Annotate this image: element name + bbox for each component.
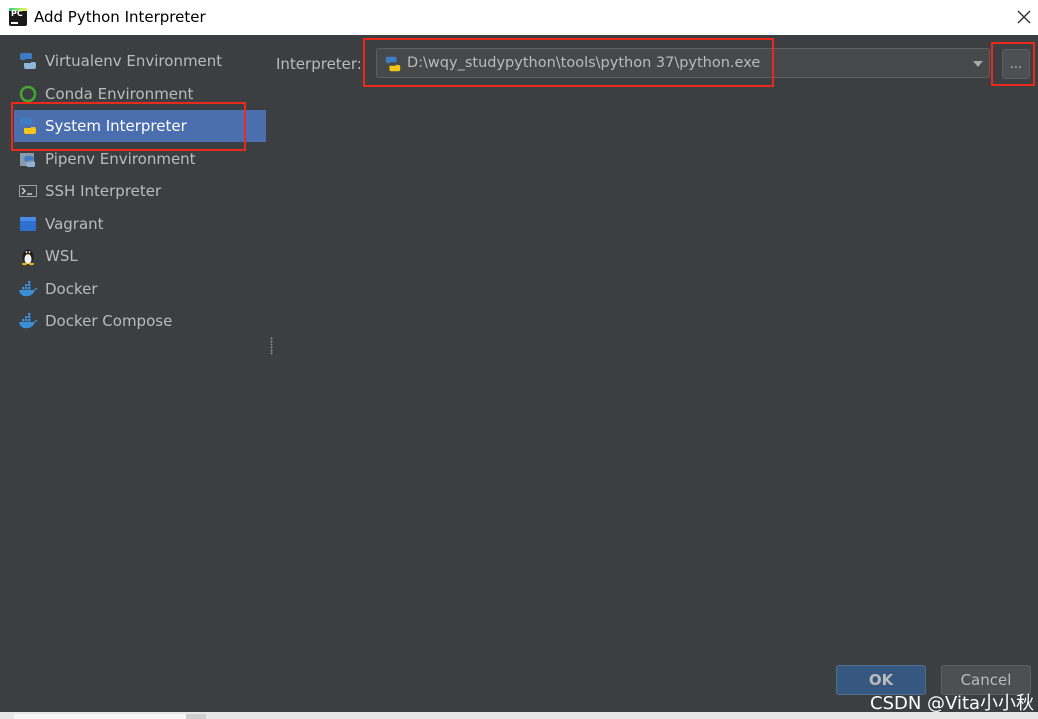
chevron-down-icon[interactable] [973,61,983,67]
virtualenv-icon [18,51,38,71]
sidebar-item-vagrant[interactable]: Vagrant [14,208,266,240]
sidebar-item-docker-compose[interactable]: Docker Compose [14,305,266,337]
python-icon [18,116,38,136]
vagrant-icon [18,214,38,234]
sidebar-item-label: System Interpreter [45,117,187,135]
sidebar-item-label: Docker Compose [45,312,173,330]
sidebar-item-label: SSH Interpreter [45,182,162,200]
sidebar-item-ssh[interactable]: SSH Interpreter [14,175,266,207]
sidebar-item-docker[interactable]: Docker [14,273,266,305]
python-icon [384,55,402,73]
interpreter-label: Interpreter: [276,55,362,73]
splitter-handle[interactable] [270,337,273,355]
close-icon[interactable] [1014,7,1034,27]
environment-list: Virtualenv Environment Conda Environment… [0,35,266,712]
sidebar-item-label: Pipenv Environment [45,150,196,168]
sidebar-item-label: Docker [45,280,98,298]
title-bar: PC Add Python Interpreter [0,0,1038,35]
terminal-icon [18,181,38,201]
sidebar-item-system-interpreter[interactable]: System Interpreter [14,110,266,142]
sidebar-item-label: Conda Environment [45,85,194,103]
dialog-title: Add Python Interpreter [34,8,206,26]
sidebar-item-virtualenv[interactable]: Virtualenv Environment [14,45,266,77]
linux-penguin-icon [18,246,38,266]
interpreter-path: D:\wqy_studypython\tools\python 37\pytho… [407,55,761,71]
conda-icon [18,84,38,104]
pycharm-icon: PC [9,8,27,26]
docker-compose-icon [18,311,38,331]
sidebar-item-wsl[interactable]: WSL [14,240,266,272]
docker-icon [18,279,38,299]
interpreter-dropdown[interactable]: D:\wqy_studypython\tools\python 37\pytho… [376,48,990,78]
sidebar-item-label: WSL [45,247,78,265]
bottom-scroll-strip [0,712,1038,719]
scroll-thumb[interactable] [14,714,186,719]
sidebar-item-pipenv[interactable]: Pipenv Environment [14,143,266,175]
sidebar-item-conda[interactable]: Conda Environment [14,78,266,110]
sidebar-item-label: Vagrant [45,215,104,233]
dialog-content: Virtualenv Environment Conda Environment… [0,35,1038,712]
pipenv-icon [18,149,38,169]
browse-button[interactable]: ... [1002,49,1030,79]
sidebar-item-label: Virtualenv Environment [45,52,223,70]
